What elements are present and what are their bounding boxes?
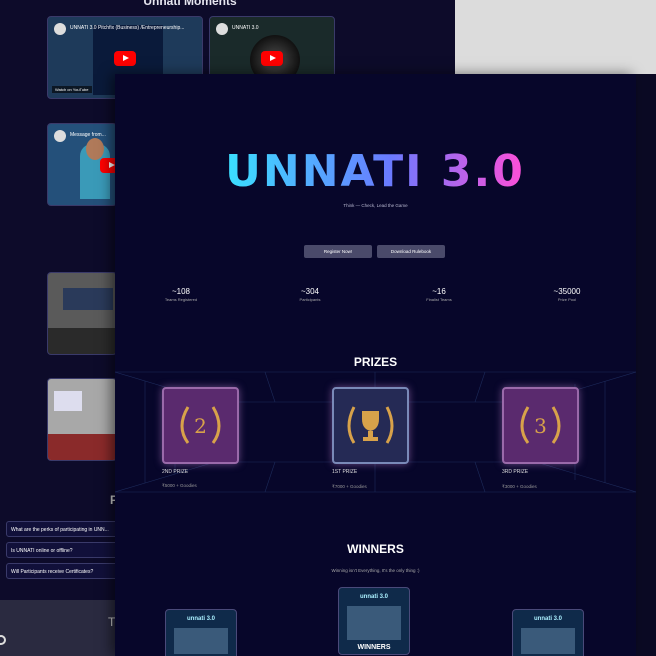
stat-number: ~108 [171,287,191,296]
winner-card-label: WINNERS [357,644,391,651]
winner-photo [521,628,575,654]
stat-prize-pool: ~35000 Prize Pool [527,287,607,302]
download-rulebook-button[interactable]: Download Rulebook [377,245,445,258]
prize-label: 1ST PRIZE [332,469,358,475]
stat-number: ~35000 [553,287,581,296]
laurel-icon: 3 [520,406,561,444]
winners-subtitle: Winning isn't Everything, It's the only … [331,568,420,573]
prize-card-2nd[interactable]: 2 [162,387,239,464]
trophy-icon [347,406,394,444]
stat-teams: ~108 Teams Registered [141,287,221,302]
stat-label: Prize Pool [557,297,577,302]
winner-card-logo: unnati 3.0 [186,616,215,622]
stat-finalists: ~16 Finalist Teams [399,287,479,302]
winner-card-logo: unnati 3.0 [359,594,388,600]
video-title: UNNATI 3.0 [232,25,259,31]
winner-photo [174,628,228,654]
stat-label: Teams Registered [164,297,198,302]
rank-number: 3 [534,414,547,438]
laurel-icon: 2 [180,406,221,444]
channel-avatar [54,130,66,142]
unnati-logo: UNNATI 3.0 [225,146,525,194]
prize-card-1st[interactable] [332,387,409,464]
winners-title: WINNERS [347,542,404,556]
window-backdrop [455,0,656,74]
prizes-title: PRIZES [353,355,398,369]
tagline: Think — Check, Lead the Game [343,203,408,208]
prize-card-3rd[interactable]: 3 [502,387,579,464]
video-title: UNNATI 3.0 Pitchfix (Business) /Entrepre… [70,25,185,31]
prize-label: 3RD PRIZE [502,469,529,475]
stat-label: Finalist Teams [426,297,452,302]
video-embed-3[interactable]: Message from... [47,123,117,206]
watch-on-youtube[interactable]: Watch on YouTube [52,86,92,93]
winner-photo [347,606,401,640]
winner-card-right[interactable]: unnati 3.0 [512,609,584,656]
stat-participants: ~304 Participants [270,287,350,302]
stat-number: ~16 [432,287,446,296]
prize-label: 2ND PRIZE [162,469,189,475]
footer [0,600,120,656]
event-photo-1 [47,272,117,355]
register-button[interactable]: Register Now! [304,245,372,258]
moments-title: Unnati Moments [143,0,237,8]
logo-text: UNNATI 3.0 [225,146,525,194]
channel-avatar [216,23,228,35]
play-icon[interactable] [114,50,136,66]
event-photo-2 [47,378,117,461]
winner-card-center[interactable]: unnati 3.0 WINNERS [338,587,410,655]
stat-number: ~304 [300,287,320,296]
rank-number: 2 [194,414,207,438]
video-title: Message from... [70,132,106,138]
play-icon[interactable] [261,50,283,66]
prize-value: ₹7000 + Goodies [332,484,367,489]
prize-value: ₹5000 + Goodies [162,483,197,488]
stat-label: Participants [299,297,321,302]
winner-card-logo: unnati 3.0 [533,616,562,622]
prize-value: ₹3000 + Goodies [502,484,537,489]
channel-avatar [54,23,66,35]
main-page: UNNATI 3.0 Think — Check, Lead the Game … [115,74,636,656]
winner-card-left[interactable]: unnati 3.0 [165,609,237,656]
